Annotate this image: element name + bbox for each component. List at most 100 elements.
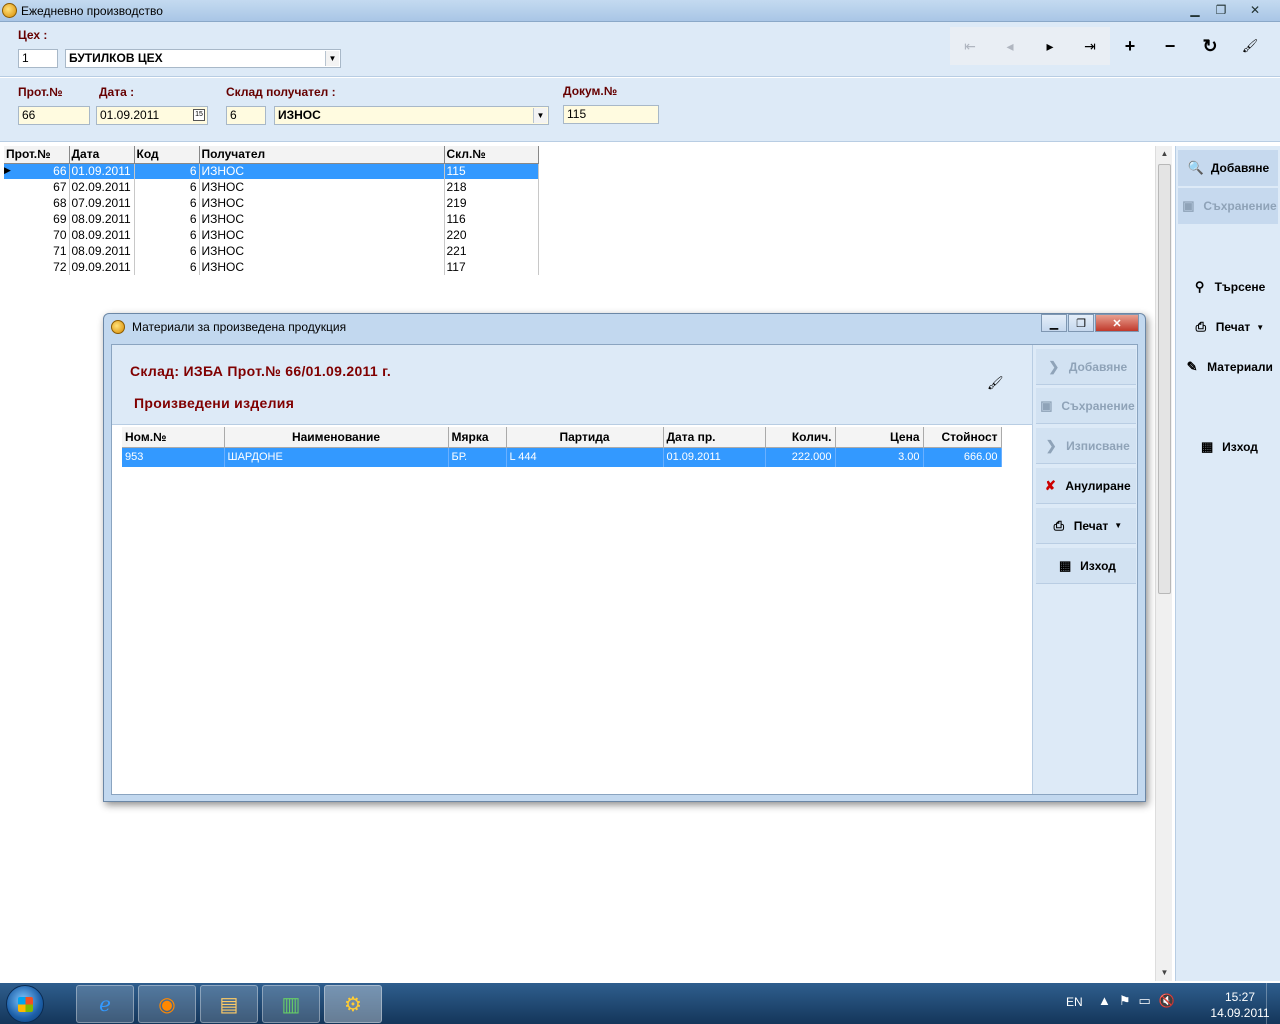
next-record-icon[interactable]: ▸ — [1030, 27, 1070, 65]
doc-input[interactable]: 115 — [563, 105, 659, 124]
cex-code-input[interactable]: 1 — [18, 49, 58, 68]
table-row[interactable]: 69 08.09.2011 6 ИЗНОС 116 — [4, 211, 539, 227]
dialog-maximize-icon[interactable]: ❐ — [1068, 314, 1094, 332]
last-record-icon[interactable]: ⇥ — [1070, 27, 1110, 65]
scroll-up-icon[interactable]: ▲ — [1156, 146, 1173, 162]
tray-expand-icon[interactable]: ▲ — [1098, 993, 1111, 1009]
warehouse-select[interactable]: ИЗНОС ▼ — [274, 106, 549, 125]
vertical-scrollbar[interactable]: ▲ ▼ — [1155, 146, 1172, 981]
col-nom[interactable]: Ном.№ — [122, 427, 225, 448]
materials-button[interactable]: ✎ Материали — [1178, 349, 1278, 385]
record-navigator: ⇤ ◂ ▸ ⇥ — [950, 27, 1110, 65]
dialog-add-button[interactable]: ❯ Добавяне — [1036, 349, 1136, 385]
products-table[interactable]: Ном.№ Наименование Мярка Партида Дата пр… — [122, 427, 1002, 467]
col-code[interactable]: Код — [134, 146, 200, 164]
dialog-exit-button[interactable]: ▦ Изход — [1036, 548, 1136, 584]
refresh-icon[interactable]: ↻ — [1190, 27, 1230, 65]
start-button[interactable] — [6, 985, 44, 1023]
col-qty[interactable]: Колич. — [765, 427, 836, 448]
materials-button-label: Материали — [1207, 360, 1273, 374]
table-row[interactable]: 70 08.09.2011 6 ИЗНОС 220 — [4, 227, 539, 243]
doc-label: Докум.№ — [563, 84, 618, 98]
close-icon[interactable]: ✕ — [1234, 0, 1276, 19]
taskbar-network-app-icon[interactable]: ▥ — [262, 985, 320, 1023]
search-button-label: Търсене — [1214, 280, 1266, 294]
col-prot[interactable]: Прот.№ — [4, 146, 70, 164]
delete-record-icon[interactable]: − — [1150, 27, 1190, 65]
exit-icon: ▦ — [1058, 557, 1072, 573]
dialog-cancel-button[interactable]: ✘ Анулиране — [1036, 468, 1136, 504]
table-cell: 69 — [4, 211, 70, 227]
chevron-down-icon[interactable]: ▼ — [325, 51, 339, 66]
protocol-table: Прот.№ Дата Код Получател Скл.№ 66 01.09.… — [4, 146, 539, 275]
warehouse-code-input[interactable]: 6 — [226, 106, 266, 125]
table-row[interactable]: 66 01.09.2011 6 ИЗНОС 115 — [4, 163, 539, 179]
print-dropdown-icon[interactable]: ▼ — [1114, 521, 1122, 530]
table-cell: ИЗНОС — [199, 243, 445, 259]
date-input[interactable]: 01.09.2011 15 — [96, 106, 208, 125]
table-cell: ИЗНОС — [199, 163, 445, 179]
binoculars-icon: ⚲ — [1194, 279, 1205, 294]
dialog-minimize-icon[interactable]: ▁ — [1041, 314, 1067, 332]
network-icon[interactable]: ▭ — [1139, 993, 1151, 1009]
table-cell: 01.09.2011 — [663, 447, 766, 467]
taskbar-active-app-icon[interactable]: ⚙ — [324, 985, 382, 1023]
first-record-icon[interactable]: ⇤ — [950, 27, 990, 65]
print-dropdown-icon[interactable]: ▼ — [1256, 323, 1264, 332]
table-row[interactable]: 72 09.09.2011 6 ИЗНОС 117 — [4, 259, 539, 275]
scroll-thumb[interactable] — [1158, 164, 1171, 594]
show-desktop-button[interactable] — [1266, 983, 1280, 1024]
calendar-icon[interactable]: 15 — [193, 109, 205, 121]
add-record-icon[interactable]: + — [1110, 27, 1150, 65]
chevron-down-icon[interactable]: ▼ — [533, 108, 547, 123]
dialog-print-label: Печат — [1073, 518, 1109, 533]
table-row[interactable]: 71 08.09.2011 6 ИЗНОС 221 — [4, 243, 539, 259]
print-button[interactable]: ⎙ Печат ▼ — [1178, 309, 1278, 345]
warehouse-select-value: ИЗНОС — [278, 108, 321, 122]
maximize-icon[interactable]: ❐ — [1208, 0, 1234, 19]
clear-brush-icon[interactable]: 🖌 — [1230, 27, 1270, 65]
taskbar-ie-icon[interactable]: ℯ — [76, 985, 134, 1023]
language-indicator[interactable]: EN — [1066, 995, 1083, 1009]
taskbar-explorer-icon[interactable]: ▤ — [200, 985, 258, 1023]
prev-record-icon[interactable]: ◂ — [990, 27, 1030, 65]
add-button[interactable]: 🔍 Добавяне — [1178, 150, 1278, 186]
cex-select[interactable]: БУТИЛКОВ ЦЕХ ▼ — [65, 49, 341, 68]
col-date[interactable]: Дата — [69, 146, 135, 164]
search-button[interactable]: ⚲ Търсене — [1178, 269, 1278, 305]
col-batch[interactable]: Партида — [506, 427, 664, 448]
volume-icon[interactable]: 🔇 — [1159, 993, 1175, 1009]
dialog-save-button[interactable]: ▣ Съхранение — [1036, 388, 1136, 424]
action-center-flag-icon[interactable]: ⚑ — [1119, 993, 1131, 1009]
taskbar-firefox-icon[interactable]: ◉ — [138, 985, 196, 1023]
dialog-print-button[interactable]: ⎙ Печат ▼ — [1036, 508, 1136, 544]
minimize-icon[interactable]: ▁ — [1182, 0, 1208, 19]
table-row[interactable]: 68 07.09.2011 6 ИЗНОС 219 — [4, 195, 539, 211]
col-name[interactable]: Наименование — [224, 427, 449, 448]
dialog-close-icon[interactable]: ✕ — [1095, 314, 1139, 332]
record-toolbar: + − ↻ 🖌 — [1110, 27, 1270, 65]
col-prod-date[interactable]: Дата пр. — [663, 427, 766, 448]
cex-label: Цех : — [18, 28, 48, 42]
table-cell: 116 — [444, 211, 539, 227]
col-recipient[interactable]: Получател — [199, 146, 445, 164]
col-wh-no[interactable]: Скл.№ — [444, 146, 539, 164]
exit-button[interactable]: ▦ Изход — [1178, 429, 1278, 465]
table-cell: 08.09.2011 — [69, 227, 135, 243]
clock[interactable]: 15:27 14.09.2011 — [1210, 989, 1270, 1021]
save-button[interactable]: ▣ Съхранение — [1178, 188, 1278, 224]
col-value[interactable]: Стойност — [923, 427, 1002, 448]
table-row[interactable]: 953 ШАРДОНЕ БР. L 444 01.09.2011 222.000 3.00 6… — [122, 447, 1002, 467]
col-unit[interactable]: Мярка — [448, 427, 507, 448]
col-price[interactable]: Цена — [835, 427, 924, 448]
action-sidebar: 🔍 Добавяне ▣ Съхранение ⚲ Търсене ⎙ Печа… — [1175, 146, 1280, 981]
main-titlebar[interactable]: Ежедневно производство ▁ ❐ ✕ — [0, 0, 1280, 22]
clear-brush-icon[interactable]: 🖌 — [987, 375, 1004, 391]
scroll-down-icon[interactable]: ▼ — [1156, 965, 1173, 981]
table-cell: 02.09.2011 — [69, 179, 135, 195]
warehouse-label: Склад получател : — [226, 85, 336, 99]
dialog-writeoff-button[interactable]: ❯ Изписване — [1036, 428, 1136, 464]
prot-input[interactable]: 66 — [18, 106, 90, 125]
header-panel: Прот.№ 66 Дата : 01.09.2011 15 Склад пол… — [0, 78, 1280, 142]
table-row[interactable]: 67 02.09.2011 6 ИЗНОС 218 — [4, 179, 539, 195]
